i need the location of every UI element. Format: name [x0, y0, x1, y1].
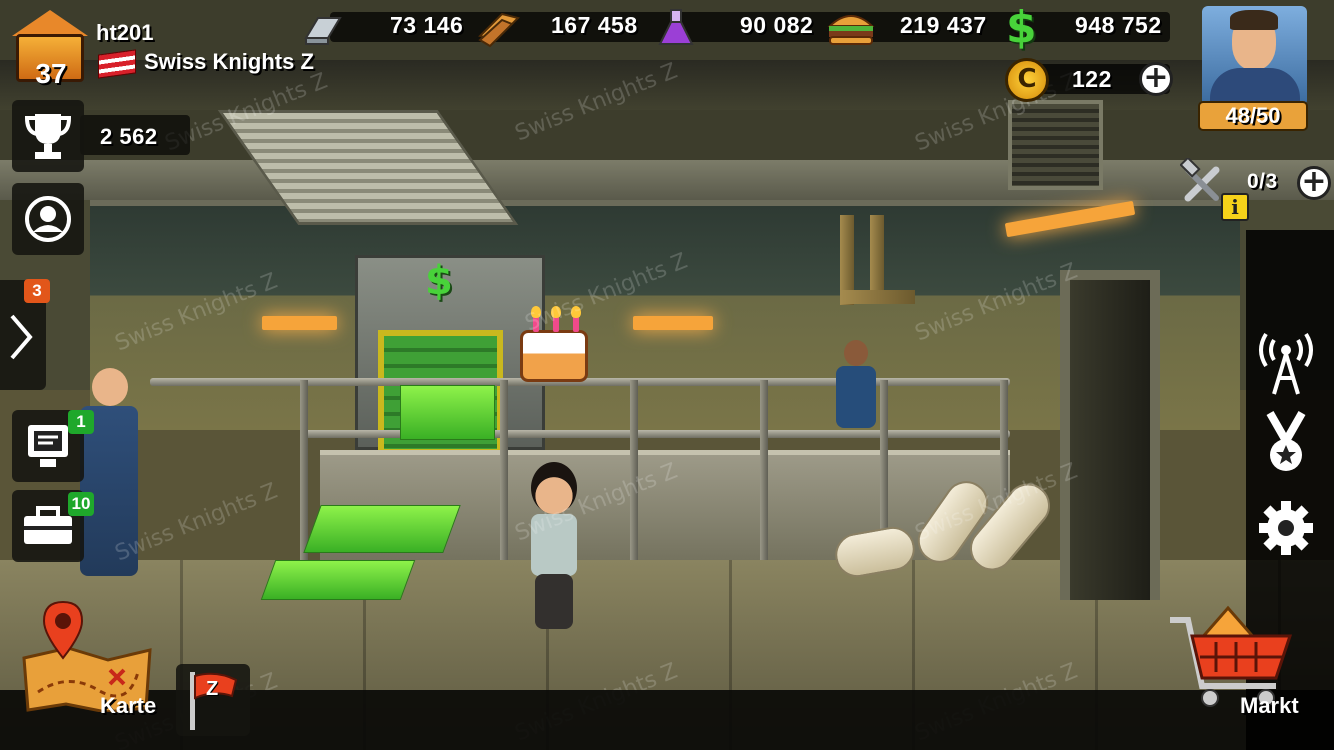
girl-character[interactable]	[525, 462, 585, 632]
builders-counter: 0/3	[1247, 170, 1278, 193]
toolbox-badge: 10	[68, 492, 94, 516]
candle	[531, 306, 541, 332]
profile-icon	[25, 196, 71, 242]
expand-panel-badge: 3	[24, 279, 50, 303]
player-name[interactable]: ht201	[96, 20, 153, 46]
burger-icon	[827, 15, 875, 45]
population-counter[interactable]: 48/50	[1198, 101, 1308, 131]
candle	[571, 306, 581, 332]
computer-badge: 1	[68, 410, 94, 434]
add-builder-button[interactable]: +	[1297, 166, 1331, 200]
worker-head	[92, 368, 128, 406]
computer-icon	[28, 425, 68, 467]
railing-post	[500, 380, 508, 560]
girl-legs	[535, 574, 573, 629]
coin-icon: C	[1005, 58, 1049, 102]
gear-icon	[1259, 501, 1313, 555]
cash-pile	[303, 505, 461, 553]
dollar-icon: $	[1006, 2, 1037, 53]
chemicals-amount: 90 082	[740, 12, 814, 38]
worker-head	[844, 340, 868, 366]
game-scene: $ Swiss Knights Z Swiss Knights Z Swiss …	[0, 0, 1334, 750]
medal-button[interactable]	[1252, 410, 1320, 478]
coin-amount: 122	[1072, 66, 1112, 92]
steel-amount: 73 146	[390, 12, 464, 38]
chevron-right-icon	[10, 314, 33, 360]
birthday-cake-icon[interactable]	[520, 306, 588, 382]
avatar[interactable]	[1202, 6, 1307, 106]
cash-pile	[260, 560, 416, 600]
potion-flask-icon	[658, 9, 694, 45]
dollar-sign-icon: $	[425, 258, 453, 304]
pipe	[840, 290, 915, 304]
avatar-hair	[1230, 10, 1278, 30]
ceiling-beam	[0, 160, 1334, 200]
map-pin-icon	[42, 600, 84, 660]
buy-coins-button[interactable]: +	[1139, 62, 1173, 96]
wall-lamp	[262, 316, 337, 330]
money-amount: 948 752	[1075, 12, 1162, 38]
steel-ingot-icon	[304, 17, 342, 45]
candle	[551, 306, 561, 332]
clan-name[interactable]: Swiss Knights Z	[144, 49, 314, 75]
player-level: 37	[35, 58, 67, 89]
medal-icon	[1266, 411, 1306, 471]
clan-flag-letter: Z	[206, 678, 219, 700]
trophy-icon	[24, 114, 72, 159]
girl-body	[531, 514, 577, 576]
map-label: Karte	[100, 693, 157, 718]
elevator-door[interactable]	[1060, 270, 1160, 600]
food-amount: 219 437	[900, 12, 987, 38]
wall-vent	[1008, 100, 1103, 190]
railing-post	[760, 380, 768, 560]
headquarters-level-badge[interactable]: 37	[8, 10, 93, 89]
pipe	[870, 215, 884, 290]
radio-tower-icon	[1259, 332, 1313, 395]
wall-lamp	[633, 316, 713, 330]
railing-post	[630, 380, 638, 560]
trophy-button[interactable]	[12, 100, 84, 172]
house-roof	[12, 10, 88, 36]
trophy-count: 2 562	[100, 124, 158, 149]
railing-post	[300, 380, 308, 560]
cash-pile	[400, 385, 495, 440]
profile-button[interactable]	[12, 183, 84, 255]
radio-tower-button[interactable]	[1252, 330, 1320, 398]
wood-planks-icon	[478, 12, 520, 48]
market-label: Markt	[1240, 693, 1299, 718]
settings-button[interactable]	[1252, 494, 1320, 562]
info-icon[interactable]: i	[1221, 193, 1249, 221]
worker-character[interactable]	[830, 338, 880, 430]
worker-body	[836, 366, 876, 428]
clan-war-button[interactable]: Z	[176, 664, 250, 736]
wood-amount: 167 458	[551, 12, 638, 38]
girl-head	[531, 462, 577, 514]
